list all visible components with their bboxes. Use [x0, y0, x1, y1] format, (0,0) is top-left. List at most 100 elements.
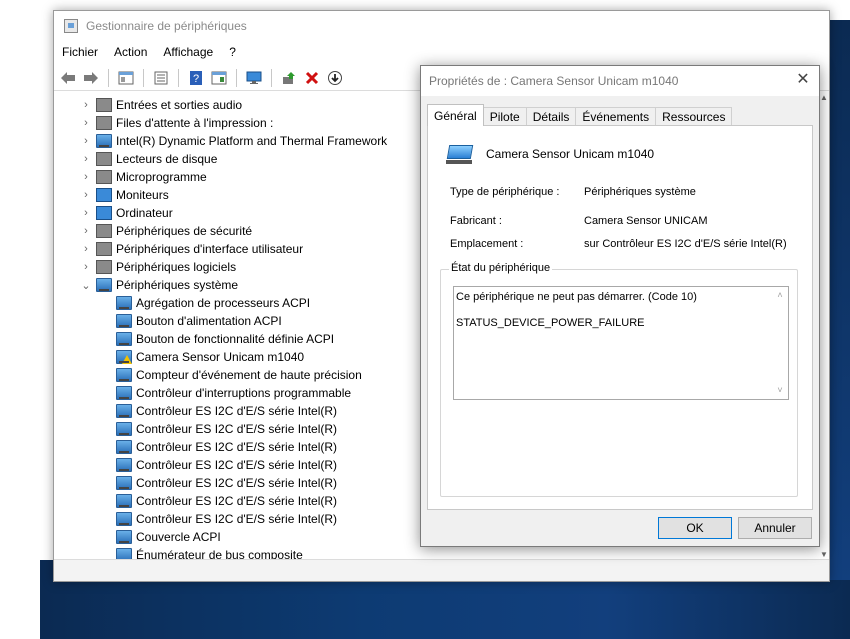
chevron-right-icon[interactable]: › — [78, 99, 94, 111]
system-device-icon — [116, 512, 132, 526]
tab-general[interactable]: Général — [427, 104, 484, 126]
tree-device-label: Bouton de fonctionnalité définie ACPI — [136, 332, 335, 346]
properties-dialog: Propriétés de : Camera Sensor Unicam m10… — [420, 65, 820, 547]
system-device-icon — [116, 332, 132, 346]
system-device-icon — [116, 368, 132, 382]
system-device-icon — [116, 530, 132, 544]
tree-device-label: Contrôleur ES I2C d'E/S série Intel(R) — [136, 404, 338, 418]
tree-device-label: Contrôleur ES I2C d'E/S série Intel(R) — [136, 512, 338, 526]
chevron-right-icon[interactable]: › — [78, 243, 94, 255]
system-device-icon — [116, 404, 132, 418]
system-device-icon — [116, 314, 132, 328]
device-list-icon[interactable] — [209, 68, 229, 88]
tab-details[interactable]: Détails — [525, 107, 577, 126]
menu-fichier[interactable]: Fichier — [62, 45, 98, 59]
uninstall-icon[interactable] — [302, 68, 322, 88]
tree-category-label: Lecteurs de disque — [116, 152, 218, 166]
security-device-icon — [96, 224, 112, 238]
chevron-up-icon[interactable]: ˄ — [777, 289, 782, 302]
location-label: Emplacement : — [450, 238, 524, 250]
menu-action[interactable]: Action — [114, 45, 147, 59]
tab-resources[interactable]: Ressources — [655, 107, 733, 126]
device-status-group-label: État du périphérique — [449, 262, 553, 274]
back-icon[interactable] — [58, 68, 78, 88]
toolbar-separator — [271, 68, 272, 87]
forward-icon[interactable] — [81, 68, 101, 88]
tree-device-label: Contrôleur ES I2C d'E/S série Intel(R) — [136, 494, 338, 508]
tree-category-label: Entrées et sorties audio — [116, 98, 243, 112]
toolbar-separator — [178, 68, 179, 87]
disk-drive-icon — [96, 152, 112, 166]
status-code: STATUS_DEVICE_POWER_FAILURE — [456, 317, 645, 329]
console-tree-icon[interactable] — [116, 68, 136, 88]
printer-queue-icon — [96, 116, 112, 130]
device-manager-icon — [64, 19, 78, 33]
tree-device-label: Camera Sensor Unicam m1040 — [136, 350, 305, 364]
help-icon[interactable]: ? — [186, 68, 206, 88]
menu-bar: Fichier Action Affichage ? — [54, 41, 829, 63]
firmware-icon — [96, 170, 112, 184]
tree-device-label: Contrôleur d'interruptions programmable — [136, 386, 352, 400]
dialog-tabs: Général Pilote Détails Événements Ressou… — [427, 104, 733, 126]
update-driver-icon[interactable] — [279, 68, 299, 88]
properties-icon[interactable] — [151, 68, 171, 88]
chevron-right-icon[interactable]: › — [78, 207, 94, 219]
hid-icon — [96, 242, 112, 256]
tree-device-label: Énumérateur de bus composite — [136, 548, 303, 559]
scroll-down-icon[interactable]: ▼ — [820, 550, 828, 559]
chevron-down-icon[interactable]: ⌄ — [78, 279, 94, 292]
system-device-icon — [116, 422, 132, 436]
status-scrollbar[interactable]: ˄ ˅ — [772, 287, 788, 399]
chevron-right-icon[interactable]: › — [78, 117, 94, 129]
tree-category-label: Ordinateur — [116, 206, 173, 220]
speaker-icon — [96, 98, 112, 112]
system-devices-icon — [96, 278, 112, 292]
tree-device-label: Bouton d'alimentation ACPI — [136, 314, 282, 328]
device-status-group: État du périphérique Ce périphérique ne … — [440, 262, 798, 497]
software-device-icon — [96, 260, 112, 274]
manufacturer-label: Fabricant : — [450, 215, 502, 227]
system-device-icon — [116, 440, 132, 454]
chevron-right-icon[interactable]: › — [78, 153, 94, 165]
scroll-up-icon[interactable]: ▲ — [820, 93, 828, 102]
tree-device-label: Contrôleur ES I2C d'E/S série Intel(R) — [136, 476, 338, 490]
tree-category-label: Périphériques logiciels — [116, 260, 237, 274]
system-device-icon — [116, 296, 132, 310]
status-message: Ce périphérique ne peut pas démarrer. (C… — [456, 291, 697, 303]
camera-device-icon — [444, 142, 474, 166]
monitor-icon[interactable] — [244, 68, 264, 88]
menu-help[interactable]: ? — [229, 45, 236, 59]
tree-device-label: Agrégation de processeurs ACPI — [136, 296, 311, 310]
tab-driver[interactable]: Pilote — [482, 107, 527, 126]
tree-category-label: Périphériques d'interface utilisateur — [116, 242, 304, 256]
tree-category-label: Moniteurs — [116, 188, 169, 202]
chevron-down-icon[interactable]: ˅ — [777, 384, 782, 397]
title-bar: Gestionnaire de périphériques — [54, 11, 829, 41]
chevron-right-icon[interactable]: › — [78, 225, 94, 237]
tree-device-label: Contrôleur ES I2C d'E/S série Intel(R) — [136, 458, 338, 472]
tree-category-label: Intel(R) Dynamic Platform and Thermal Fr… — [116, 134, 388, 148]
chevron-right-icon[interactable]: › — [78, 189, 94, 201]
toolbar-separator — [236, 68, 237, 87]
svg-text:?: ? — [193, 73, 199, 85]
cancel-button[interactable]: Annuler — [738, 517, 812, 539]
dialog-title: Propriétés de : Camera Sensor Unicam m10… — [429, 74, 679, 88]
tab-events[interactable]: Événements — [575, 107, 657, 126]
disable-icon[interactable] — [325, 68, 345, 88]
tree-scrollbar[interactable]: ▲ ▼ — [819, 93, 829, 559]
tree-device[interactable]: Énumérateur de bus composite — [78, 546, 829, 559]
chevron-right-icon[interactable]: › — [78, 171, 94, 183]
close-icon[interactable]: ✕ — [795, 72, 811, 88]
device-header: Camera Sensor Unicam m1040 — [444, 142, 654, 166]
menu-affichage[interactable]: Affichage — [163, 45, 213, 59]
status-bar — [54, 559, 829, 581]
tree-category-label: Files d'attente à l'impression : — [116, 116, 274, 130]
tree-category-label: Périphériques de sécurité — [116, 224, 253, 238]
location-value: sur Contrôleur ES I2C d'E/S série Intel(… — [584, 238, 787, 250]
ok-button[interactable]: OK — [658, 517, 732, 539]
chevron-right-icon[interactable]: › — [78, 135, 94, 147]
general-tab-panel: Camera Sensor Unicam m1040 Type de périp… — [427, 125, 813, 510]
chevron-right-icon[interactable]: › — [78, 261, 94, 273]
tree-device-label: Contrôleur ES I2C d'E/S série Intel(R) — [136, 440, 338, 454]
device-status-textbox[interactable]: Ce périphérique ne peut pas démarrer. (C… — [453, 286, 789, 400]
